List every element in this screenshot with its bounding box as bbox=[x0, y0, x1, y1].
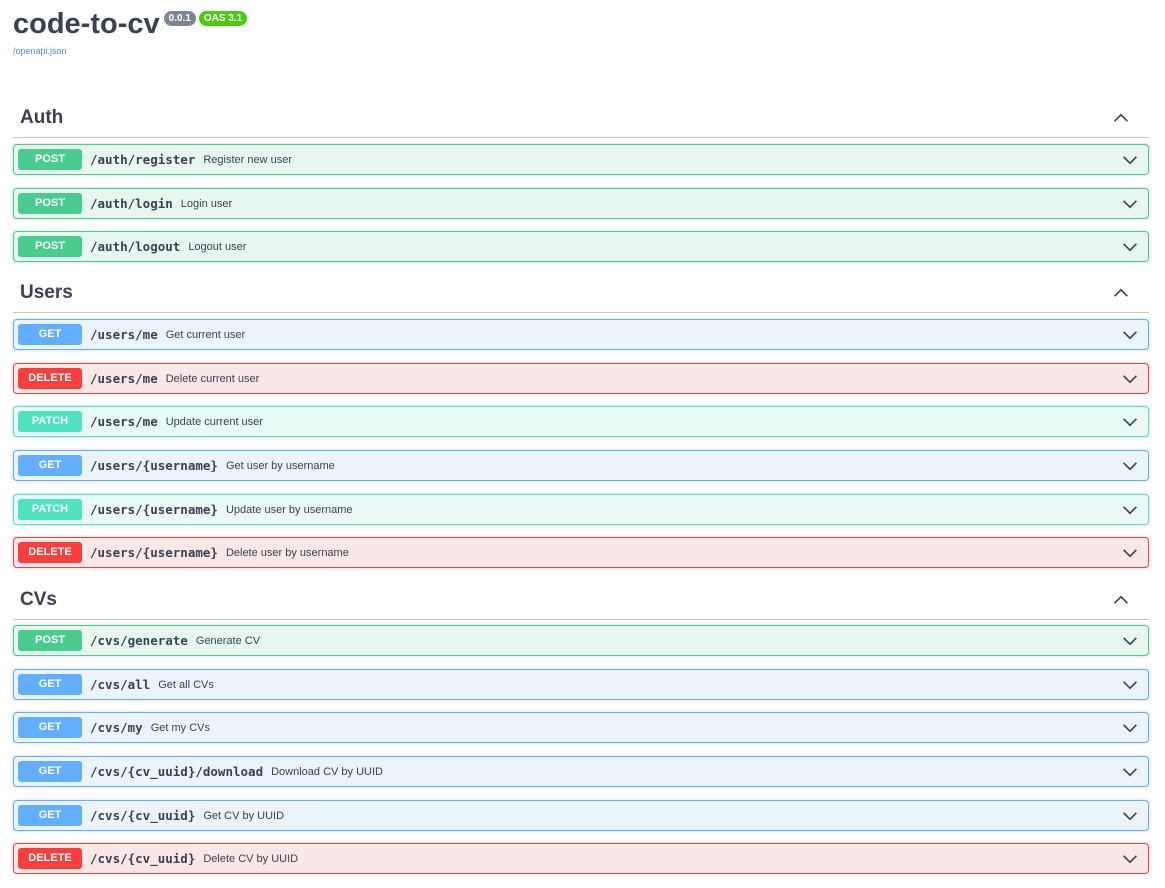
method-badge: GET bbox=[18, 761, 82, 782]
method-badge: POST bbox=[18, 149, 82, 170]
operation-row[interactable]: GET /cvs/{cv_uuid} Get CV by UUID bbox=[13, 800, 1149, 831]
chevron-down-icon[interactable] bbox=[1122, 327, 1138, 343]
chevron-down-icon[interactable] bbox=[1122, 633, 1138, 649]
operation-path: /cvs/all bbox=[90, 677, 151, 692]
method-badge: GET bbox=[18, 674, 82, 695]
openapi-json-link[interactable]: /openapi.json bbox=[13, 46, 247, 56]
operation-summary: Get my CVs bbox=[150, 721, 210, 734]
section-users: Users GET /users/me Get current user DEL… bbox=[13, 274, 1149, 568]
chevron-down-icon[interactable] bbox=[1122, 502, 1138, 518]
chevron-up-icon[interactable] bbox=[1113, 110, 1129, 126]
operation-summary: Get all CVs bbox=[158, 678, 214, 691]
tag-header-users[interactable]: Users bbox=[13, 274, 1149, 313]
chevron-down-icon[interactable] bbox=[1122, 196, 1138, 212]
method-badge: POST bbox=[18, 236, 82, 257]
operation-path: /auth/login bbox=[90, 196, 173, 211]
operation-row[interactable]: PATCH /users/{username} Update user by u… bbox=[13, 494, 1149, 525]
operation-row[interactable]: GET /cvs/all Get all CVs bbox=[13, 669, 1149, 700]
version-badge: 0.0.1 bbox=[163, 11, 196, 26]
method-badge: POST bbox=[18, 630, 82, 651]
operation-path: /cvs/{cv_uuid}/download bbox=[90, 764, 264, 779]
operation-row[interactable]: POST /auth/logout Logout user bbox=[13, 231, 1149, 262]
operation-row[interactable]: GET /users/{username} Get user by userna… bbox=[13, 450, 1149, 481]
operation-summary: Get user by username bbox=[225, 459, 335, 472]
tag-name: Auth bbox=[20, 107, 64, 128]
method-badge: GET bbox=[18, 455, 82, 476]
operation-path: /auth/register bbox=[90, 152, 196, 167]
section-auth: Auth POST /auth/register Register new us… bbox=[13, 99, 1149, 262]
chevron-down-icon[interactable] bbox=[1122, 152, 1138, 168]
operation-row[interactable]: GET /cvs/my Get my CVs bbox=[13, 712, 1149, 743]
operation-path: /users/me bbox=[90, 414, 158, 429]
chevron-down-icon[interactable] bbox=[1122, 545, 1138, 561]
method-badge: GET bbox=[18, 324, 82, 345]
operation-summary: Download CV by UUID bbox=[271, 765, 383, 778]
operation-summary: Delete current user bbox=[165, 372, 260, 385]
operation-row[interactable]: POST /cvs/generate Generate CV bbox=[13, 625, 1149, 656]
method-badge: POST bbox=[18, 193, 82, 214]
operation-path: /cvs/generate bbox=[90, 633, 188, 648]
operation-summary: Delete user by username bbox=[225, 546, 349, 559]
tag-name: CVs bbox=[20, 589, 57, 610]
api-info: code-to-cv 0.0.1 OAS 3.1 /openapi.json bbox=[13, 0, 248, 56]
chevron-down-icon[interactable] bbox=[1122, 239, 1138, 255]
chevron-down-icon[interactable] bbox=[1122, 677, 1138, 693]
method-badge: DELETE bbox=[18, 368, 82, 389]
chevron-down-icon[interactable] bbox=[1122, 414, 1138, 430]
operation-summary: Update current user bbox=[165, 415, 263, 428]
operation-path: /users/{username} bbox=[90, 545, 218, 560]
operation-path: /users/me bbox=[90, 371, 158, 386]
tag-header-cvs[interactable]: CVs bbox=[13, 581, 1149, 620]
method-badge: DELETE bbox=[18, 848, 82, 869]
chevron-down-icon[interactable] bbox=[1122, 851, 1138, 867]
method-badge: PATCH bbox=[18, 499, 82, 520]
operation-summary: Register new user bbox=[203, 153, 293, 166]
chevron-down-icon[interactable] bbox=[1122, 458, 1138, 474]
operation-path: /users/me bbox=[90, 327, 158, 342]
operation-row[interactable]: DELETE /cvs/{cv_uuid} Delete CV by UUID bbox=[13, 843, 1149, 874]
operation-path: /users/{username} bbox=[90, 502, 218, 517]
operation-summary: Update user by username bbox=[225, 503, 353, 516]
operation-row[interactable]: GET /users/me Get current user bbox=[13, 319, 1149, 350]
api-title: code-to-cv bbox=[13, 8, 160, 40]
operation-row[interactable]: DELETE /users/me Delete current user bbox=[13, 363, 1149, 394]
operation-row[interactable]: POST /auth/login Login user bbox=[13, 188, 1149, 219]
title-row: code-to-cv 0.0.1 OAS 3.1 bbox=[13, 0, 248, 44]
operation-summary: Delete CV by UUID bbox=[203, 852, 299, 865]
operation-summary: Generate CV bbox=[195, 634, 261, 647]
chevron-down-icon[interactable] bbox=[1122, 764, 1138, 780]
operation-path: /cvs/{cv_uuid} bbox=[90, 808, 196, 823]
chevron-down-icon[interactable] bbox=[1122, 371, 1138, 387]
tag-header-auth[interactable]: Auth bbox=[13, 99, 1149, 138]
operation-summary: Get CV by UUID bbox=[203, 809, 285, 822]
section-cvs: CVs POST /cvs/generate Generate CV GET /… bbox=[13, 581, 1149, 874]
method-badge: DELETE bbox=[18, 542, 82, 563]
tag-name: Users bbox=[20, 282, 73, 303]
oas-badge: OAS 3.1 bbox=[198, 11, 248, 26]
method-badge: GET bbox=[18, 717, 82, 738]
operation-path: /cvs/my bbox=[90, 720, 143, 735]
method-badge: GET bbox=[18, 805, 82, 826]
operation-row[interactable]: POST /auth/register Register new user bbox=[13, 144, 1149, 175]
chevron-up-icon[interactable] bbox=[1113, 592, 1129, 608]
method-badge: PATCH bbox=[18, 411, 82, 432]
operation-summary: Login user bbox=[180, 197, 233, 210]
operation-path: /users/{username} bbox=[90, 458, 218, 473]
operation-path: /auth/logout bbox=[90, 239, 181, 254]
chevron-down-icon[interactable] bbox=[1122, 720, 1138, 736]
operation-path: /cvs/{cv_uuid} bbox=[90, 851, 196, 866]
operation-row[interactable]: PATCH /users/me Update current user bbox=[13, 406, 1149, 437]
chevron-down-icon[interactable] bbox=[1122, 808, 1138, 824]
operation-summary: Get current user bbox=[165, 328, 246, 341]
operation-row[interactable]: GET /cvs/{cv_uuid}/download Download CV … bbox=[13, 756, 1149, 787]
chevron-up-icon[interactable] bbox=[1113, 285, 1129, 301]
operation-summary: Logout user bbox=[188, 240, 247, 253]
operation-row[interactable]: DELETE /users/{username} Delete user by … bbox=[13, 537, 1149, 568]
